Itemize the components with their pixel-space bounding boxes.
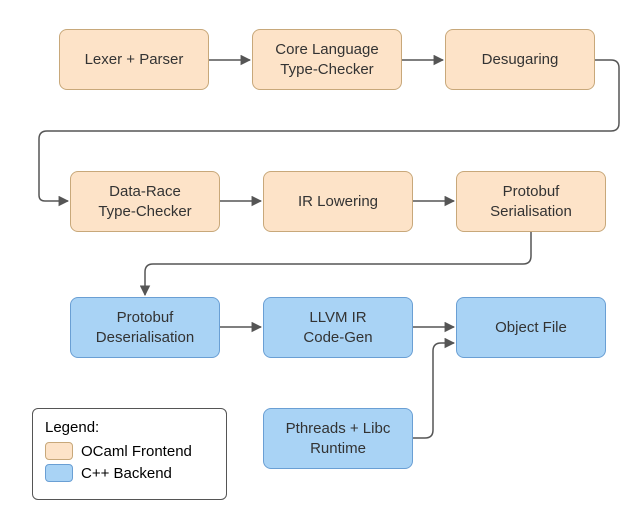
node-label: Object File xyxy=(495,318,567,338)
legend-row-ocaml: OCaml Frontend xyxy=(45,442,214,460)
arrow-pbser-to-pbdes xyxy=(145,232,531,295)
legend-swatch-ocaml xyxy=(45,442,73,460)
node-protobuf-deserialisation: ProtobufDeserialisation xyxy=(70,297,220,358)
node-core-type-checker: Core LanguageType-Checker xyxy=(252,29,402,90)
node-label: Desugaring xyxy=(482,50,559,70)
node-protobuf-serialisation: ProtobufSerialisation xyxy=(456,171,606,232)
node-label: Lexer + Parser xyxy=(85,50,184,70)
legend-row-cpp: C++ Backend xyxy=(45,464,214,482)
node-label: ProtobufSerialisation xyxy=(490,182,572,221)
arrow-runtime-to-objfile xyxy=(413,343,454,438)
node-label: Pthreads + LibcRuntime xyxy=(286,419,391,458)
node-ir-lowering: IR Lowering xyxy=(263,171,413,232)
node-label: LLVM IRCode-Gen xyxy=(303,308,372,347)
node-object-file: Object File xyxy=(456,297,606,358)
node-llvm-codegen: LLVM IRCode-Gen xyxy=(263,297,413,358)
node-label: Data-RaceType-Checker xyxy=(98,182,191,221)
node-pthreads-runtime: Pthreads + LibcRuntime xyxy=(263,408,413,469)
legend-swatch-cpp xyxy=(45,464,73,482)
legend-label-cpp: C++ Backend xyxy=(81,465,172,482)
node-label: Core LanguageType-Checker xyxy=(275,40,378,79)
node-label: ProtobufDeserialisation xyxy=(96,308,194,347)
node-desugaring: Desugaring xyxy=(445,29,595,90)
node-lexer-parser: Lexer + Parser xyxy=(59,29,209,90)
legend-label-ocaml: OCaml Frontend xyxy=(81,443,192,460)
legend-box: Legend: OCaml Frontend C++ Backend xyxy=(32,408,227,500)
legend-title: Legend: xyxy=(45,419,214,436)
node-data-race-type-checker: Data-RaceType-Checker xyxy=(70,171,220,232)
node-label: IR Lowering xyxy=(298,192,378,212)
